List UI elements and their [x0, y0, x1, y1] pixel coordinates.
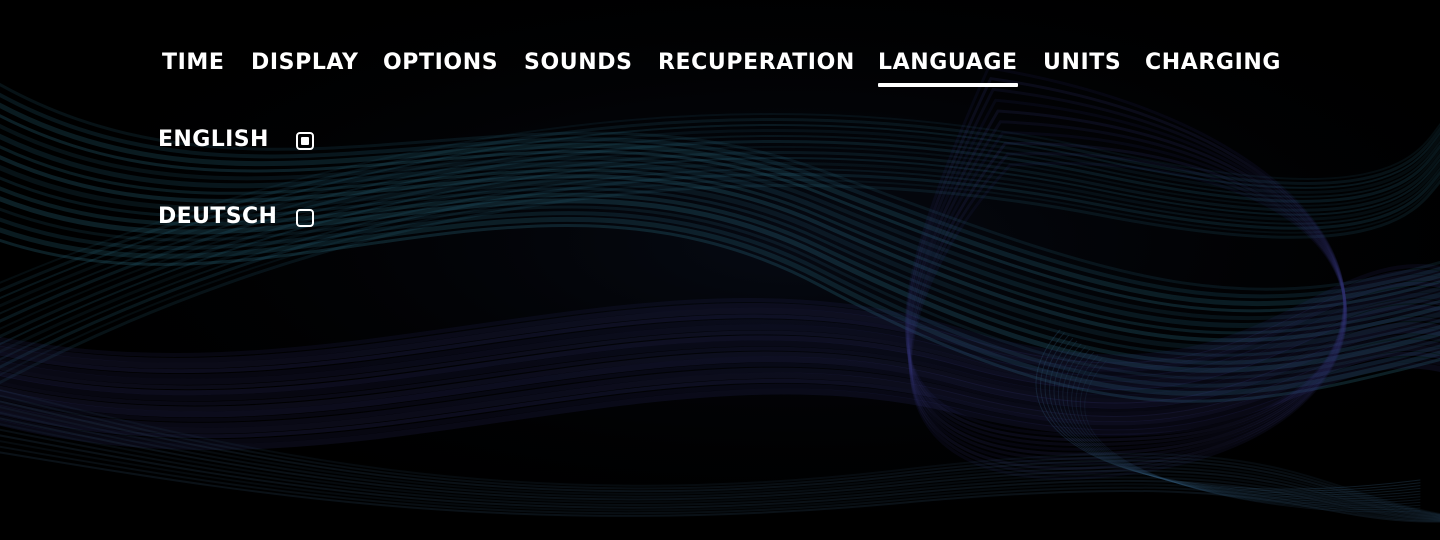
- tab-language[interactable]: LANGUAGE: [864, 44, 1032, 87]
- tab-display-label: DISPLAY: [251, 50, 359, 75]
- tab-units[interactable]: UNITS: [1029, 44, 1135, 84]
- tab-options-label: OPTIONS: [383, 50, 499, 75]
- tab-sounds[interactable]: SOUNDS: [510, 44, 647, 84]
- tab-options[interactable]: OPTIONS: [369, 44, 512, 84]
- english-radio-checked[interactable]: [296, 132, 314, 150]
- tab-sounds-label: SOUNDS: [524, 50, 633, 75]
- language-option-deutsch[interactable]: DEUTSCH: [158, 201, 277, 233]
- language-option-label: DEUTSCH: [158, 204, 278, 229]
- language-option-label: ENGLISH: [158, 127, 269, 152]
- tab-display[interactable]: DISPLAY: [237, 44, 373, 84]
- tab-time-label: TIME: [162, 50, 225, 75]
- tab-language-label: LANGUAGE: [878, 44, 1018, 87]
- tab-units-label: UNITS: [1043, 50, 1122, 75]
- tab-charging-label: CHARGING: [1145, 50, 1282, 75]
- deutsch-radio-unchecked[interactable]: [296, 209, 314, 227]
- tab-charging[interactable]: CHARGING: [1131, 44, 1295, 84]
- tab-time[interactable]: TIME: [148, 44, 239, 84]
- tab-recuperation[interactable]: RECUPERATION: [644, 44, 869, 84]
- language-option-english[interactable]: ENGLISH: [158, 124, 269, 156]
- settings-screen: TIME DISPLAY OPTIONS SOUNDS RECUPERATION…: [0, 0, 1440, 540]
- tab-recuperation-label: RECUPERATION: [658, 50, 855, 75]
